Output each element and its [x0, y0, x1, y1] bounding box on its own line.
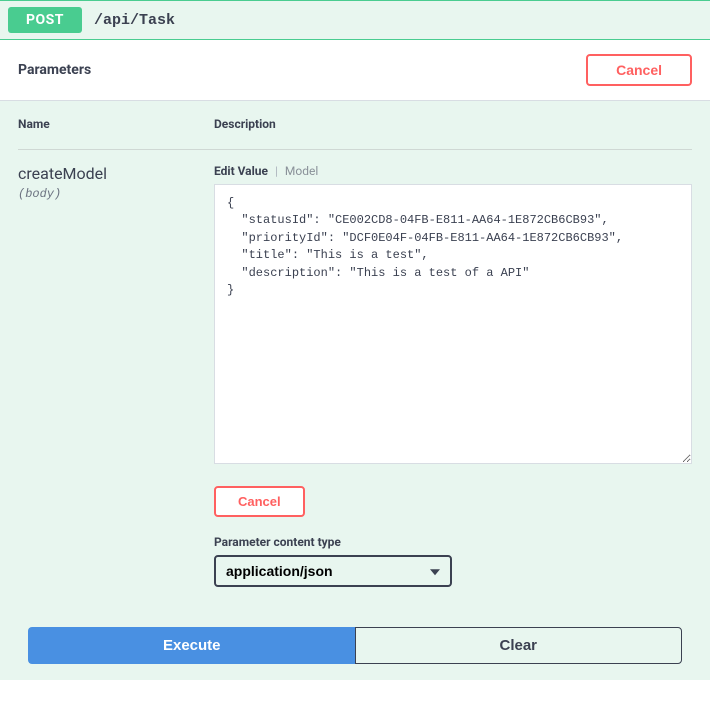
- parameter-name-cell: createModel (body): [18, 164, 214, 587]
- tab-separator: |: [275, 164, 278, 178]
- endpoint-header[interactable]: POST /api/Task: [0, 0, 710, 40]
- parameters-bar: Parameters Cancel: [0, 40, 710, 101]
- cancel-tryout-button[interactable]: Cancel: [586, 54, 692, 86]
- http-method-badge: POST: [8, 7, 82, 33]
- action-buttons-row: Execute Clear: [0, 617, 710, 680]
- parameters-title: Parameters: [18, 62, 91, 78]
- cancel-edit-button[interactable]: Cancel: [214, 486, 305, 517]
- parameters-section: Name Description createModel (body) Edit…: [0, 101, 710, 617]
- column-header-name: Name: [18, 117, 214, 131]
- content-type-select[interactable]: application/json: [214, 555, 452, 587]
- column-header-description: Description: [214, 117, 276, 131]
- api-operation-panel: POST /api/Task Parameters Cancel Name De…: [0, 0, 710, 680]
- parameter-location: (body): [18, 187, 214, 201]
- endpoint-path: /api/Task: [94, 12, 175, 29]
- tab-model[interactable]: Model: [285, 164, 318, 178]
- parameter-name: createModel: [18, 164, 214, 183]
- parameter-row: createModel (body) Edit Value | Model Ca…: [18, 164, 692, 587]
- execute-button[interactable]: Execute: [28, 627, 355, 664]
- editor-tabs: Edit Value | Model: [214, 164, 692, 178]
- tab-edit-value[interactable]: Edit Value: [214, 164, 268, 178]
- content-type-select-wrap: application/json: [214, 555, 452, 587]
- parameter-editor: Edit Value | Model Cancel Parameter cont…: [214, 164, 692, 587]
- parameter-column-headers: Name Description: [18, 117, 692, 150]
- clear-button[interactable]: Clear: [355, 627, 683, 664]
- request-body-textarea[interactable]: [214, 184, 692, 464]
- content-type-label: Parameter content type: [214, 535, 692, 549]
